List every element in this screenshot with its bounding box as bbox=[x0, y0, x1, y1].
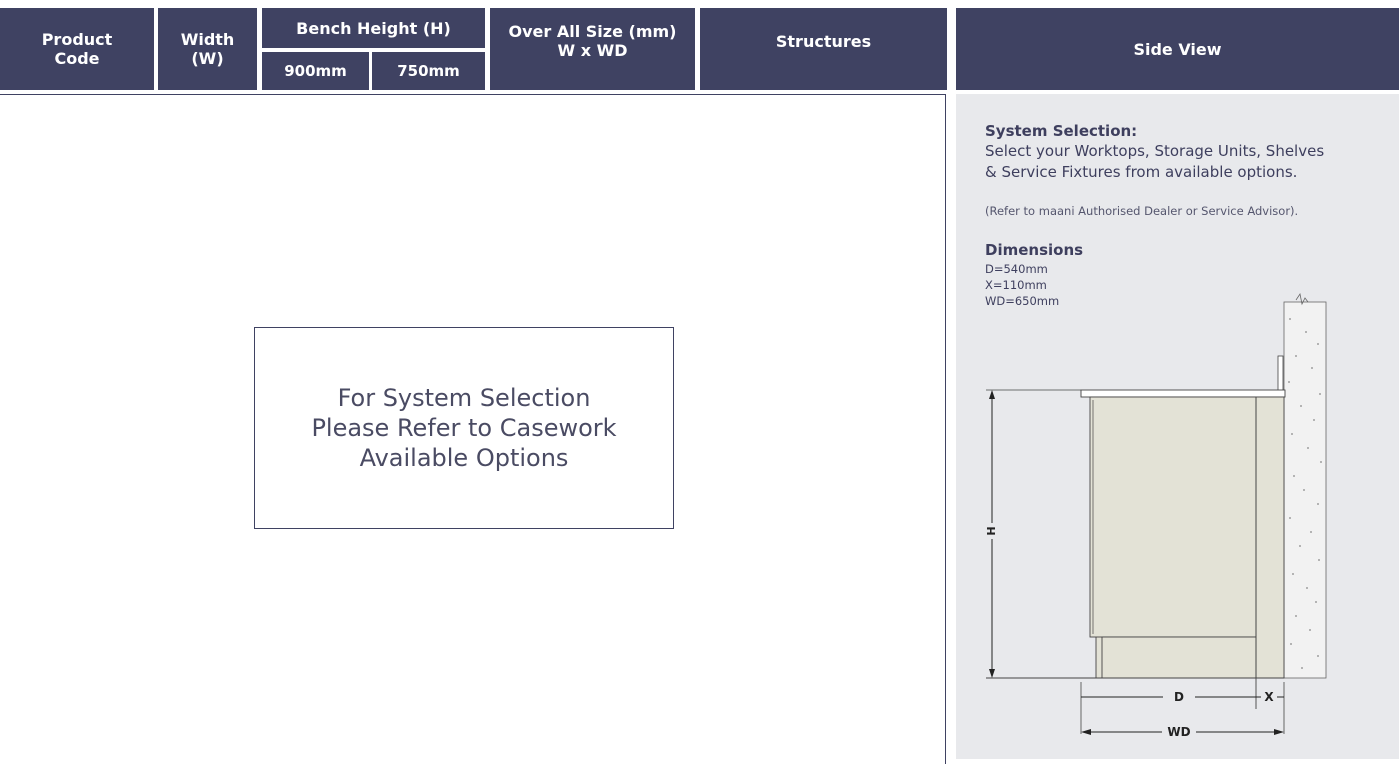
worktop bbox=[1080, 389, 1286, 398]
label-wd: WD bbox=[1167, 725, 1190, 739]
header-height-900-label: 900mm bbox=[284, 61, 347, 80]
header-product-code-line2: Code bbox=[54, 49, 100, 68]
side-view-panel: System Selection: Select your Worktops, … bbox=[956, 94, 1399, 759]
notice-line-1: For System Selection bbox=[337, 384, 591, 412]
header-overall-size-line1: Over All Size (mm) bbox=[508, 22, 677, 41]
side-view-diagram: H D X WD bbox=[985, 292, 1327, 740]
header-side-view-label: Side View bbox=[1133, 39, 1222, 59]
header-width: Width (W) bbox=[158, 8, 257, 90]
backsplash bbox=[1277, 355, 1284, 392]
header-structures: Structures bbox=[700, 8, 947, 90]
header-height-750: 750mm bbox=[372, 52, 485, 90]
header-width-line1: Width bbox=[180, 30, 235, 49]
header-product-code-line1: Product bbox=[41, 30, 113, 49]
notice-line-3: Available Options bbox=[359, 444, 569, 472]
header-overall-size-line2: W x WD bbox=[557, 41, 628, 60]
notice-line-2: Please Refer to Casework bbox=[311, 414, 617, 442]
system-selection-notice: For System Selection Please Refer to Cas… bbox=[254, 327, 674, 529]
header-product-code: Product Code bbox=[0, 8, 154, 90]
height-dimension: H bbox=[985, 390, 999, 678]
header-side-view: Side View bbox=[956, 8, 1399, 90]
header-width-line2: (W) bbox=[191, 49, 224, 68]
wall-section bbox=[1283, 292, 1327, 679]
cabinet-door bbox=[1089, 396, 1257, 638]
label-h: H bbox=[985, 526, 998, 535]
overall-depth-dimension: WD bbox=[1081, 724, 1284, 740]
header-structures-label: Structures bbox=[775, 31, 872, 51]
label-x: X bbox=[1264, 690, 1274, 704]
header-bench-height-label: Bench Height (H) bbox=[296, 18, 451, 38]
cabinet-plinth bbox=[1101, 636, 1257, 679]
header-height-750-label: 750mm bbox=[397, 61, 460, 80]
header-bench-height: Bench Height (H) bbox=[262, 8, 485, 48]
label-d: D bbox=[1174, 690, 1184, 704]
header-height-900: 900mm bbox=[262, 52, 369, 90]
header-overall-size: Over All Size (mm) W x WD bbox=[490, 8, 695, 90]
